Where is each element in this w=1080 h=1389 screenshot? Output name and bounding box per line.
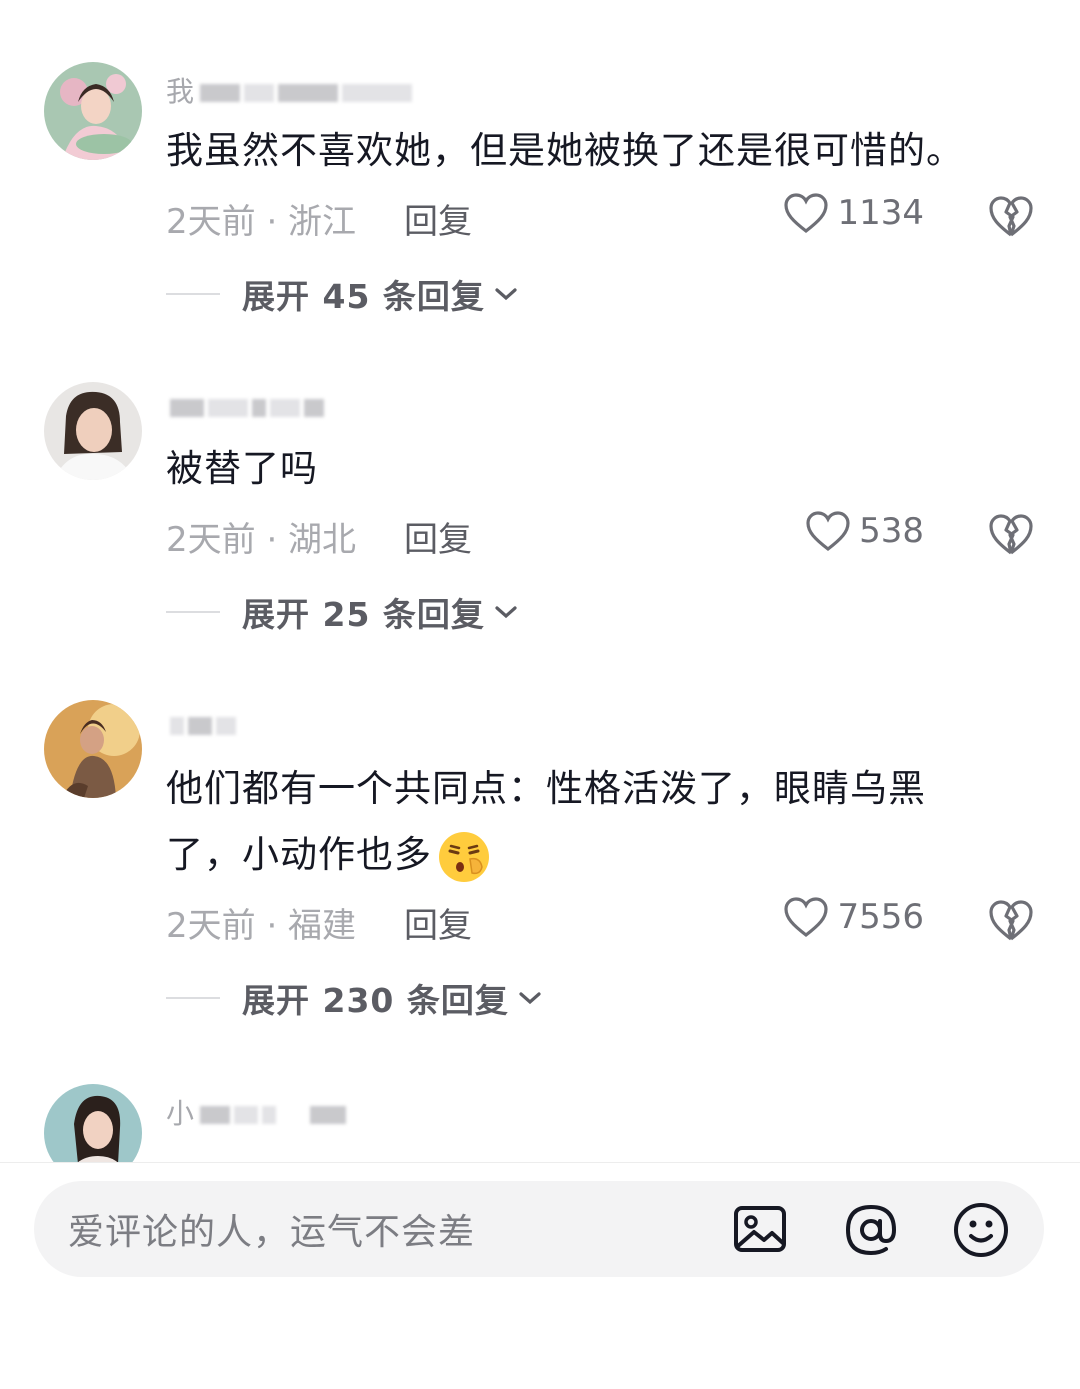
at-icon[interactable] bbox=[840, 1199, 902, 1261]
username-redacted bbox=[252, 399, 266, 417]
comment-time-location: 2天前 · 浙江 bbox=[166, 202, 357, 242]
broken-heart-icon[interactable] bbox=[988, 898, 1034, 942]
username[interactable]: 我 bbox=[166, 70, 413, 110]
avatar[interactable] bbox=[44, 382, 142, 480]
like-button[interactable]: 538 bbox=[805, 510, 924, 552]
comment-input[interactable]: 爱评论的人，运气不会差 bbox=[34, 1181, 1044, 1277]
username-redacted bbox=[342, 84, 413, 102]
username-redacted bbox=[270, 399, 300, 417]
like-button[interactable]: 1134 bbox=[783, 192, 924, 234]
broken-heart-icon[interactable] bbox=[988, 194, 1034, 238]
username-redacted bbox=[208, 399, 248, 417]
reply-button[interactable]: 回复 bbox=[404, 898, 472, 947]
like-count: 1134 bbox=[837, 193, 924, 233]
username-text: 小 bbox=[166, 1097, 197, 1130]
expand-replies-button[interactable]: 展开 45 条回复 bbox=[166, 270, 519, 318]
divider bbox=[166, 293, 220, 295]
comment-time-location: 2天前 · 福建 bbox=[166, 906, 357, 946]
username-redacted bbox=[170, 399, 204, 417]
username-text: 我 bbox=[166, 75, 197, 108]
comment-input-placeholder: 爱评论的人，运气不会差 bbox=[68, 1212, 476, 1253]
username-redacted bbox=[310, 1106, 347, 1124]
shushing-face-emoji bbox=[439, 831, 489, 882]
username-redacted bbox=[278, 84, 339, 102]
broken-heart-icon[interactable] bbox=[988, 512, 1034, 556]
smiley-icon[interactable] bbox=[950, 1199, 1012, 1261]
username[interactable] bbox=[166, 708, 236, 741]
username-redacted bbox=[216, 717, 236, 735]
username-redacted bbox=[244, 84, 275, 102]
username[interactable] bbox=[166, 390, 324, 423]
comment-text-line: 他们都有一个共同点：性格活泼了，眼睛乌黑 bbox=[166, 767, 926, 810]
avatar[interactable] bbox=[44, 700, 142, 798]
expand-replies-label: 展开 45 条回复 bbox=[242, 277, 485, 316]
reply-button[interactable]: 回复 bbox=[404, 194, 472, 243]
chevron-down-icon bbox=[495, 606, 517, 619]
divider bbox=[166, 997, 220, 999]
username-redacted bbox=[234, 1106, 259, 1124]
like-count: 538 bbox=[859, 511, 924, 551]
comment-text: 被替了吗 bbox=[166, 447, 318, 490]
username-redacted bbox=[188, 717, 212, 735]
username-redacted bbox=[304, 399, 324, 417]
username-redacted bbox=[200, 1106, 231, 1124]
username-redacted bbox=[200, 84, 241, 102]
like-count: 7556 bbox=[837, 897, 924, 937]
image-icon[interactable] bbox=[730, 1199, 792, 1261]
username-redacted bbox=[170, 717, 184, 735]
chevron-down-icon bbox=[495, 288, 517, 301]
divider bbox=[166, 611, 220, 613]
comment-time-location: 2天前 · 湖北 bbox=[166, 520, 357, 560]
expand-replies-button[interactable]: 展开 25 条回复 bbox=[166, 588, 519, 636]
heart-outline-icon bbox=[784, 193, 829, 234]
heart-outline-icon bbox=[784, 897, 829, 938]
comment-input-bar: 爱评论的人，运气不会差 bbox=[0, 1162, 1080, 1389]
comment-text-line: 了，小动作也多 bbox=[166, 822, 1006, 888]
username[interactable]: 小 bbox=[166, 1092, 347, 1132]
chevron-down-icon bbox=[519, 992, 541, 1005]
comment-text: 他们都有一个共同点：性格活泼了，眼睛乌黑 了，小动作也多 bbox=[166, 756, 1006, 888]
expand-replies-label: 展开 25 条回复 bbox=[242, 595, 485, 634]
like-button[interactable]: 7556 bbox=[783, 896, 924, 938]
comment-text-line-part: 了，小动作也多 bbox=[166, 833, 432, 876]
expand-replies-button[interactable]: 展开 230 条回复 bbox=[166, 974, 543, 1022]
reply-button[interactable]: 回复 bbox=[404, 512, 472, 561]
avatar[interactable] bbox=[44, 62, 142, 160]
heart-outline-icon bbox=[806, 511, 850, 552]
comment-text: 我虽然不喜欢她，但是她被换了还是很可惜的。 bbox=[166, 129, 964, 172]
username-redacted bbox=[262, 1106, 277, 1124]
expand-replies-label: 展开 230 条回复 bbox=[242, 981, 509, 1020]
